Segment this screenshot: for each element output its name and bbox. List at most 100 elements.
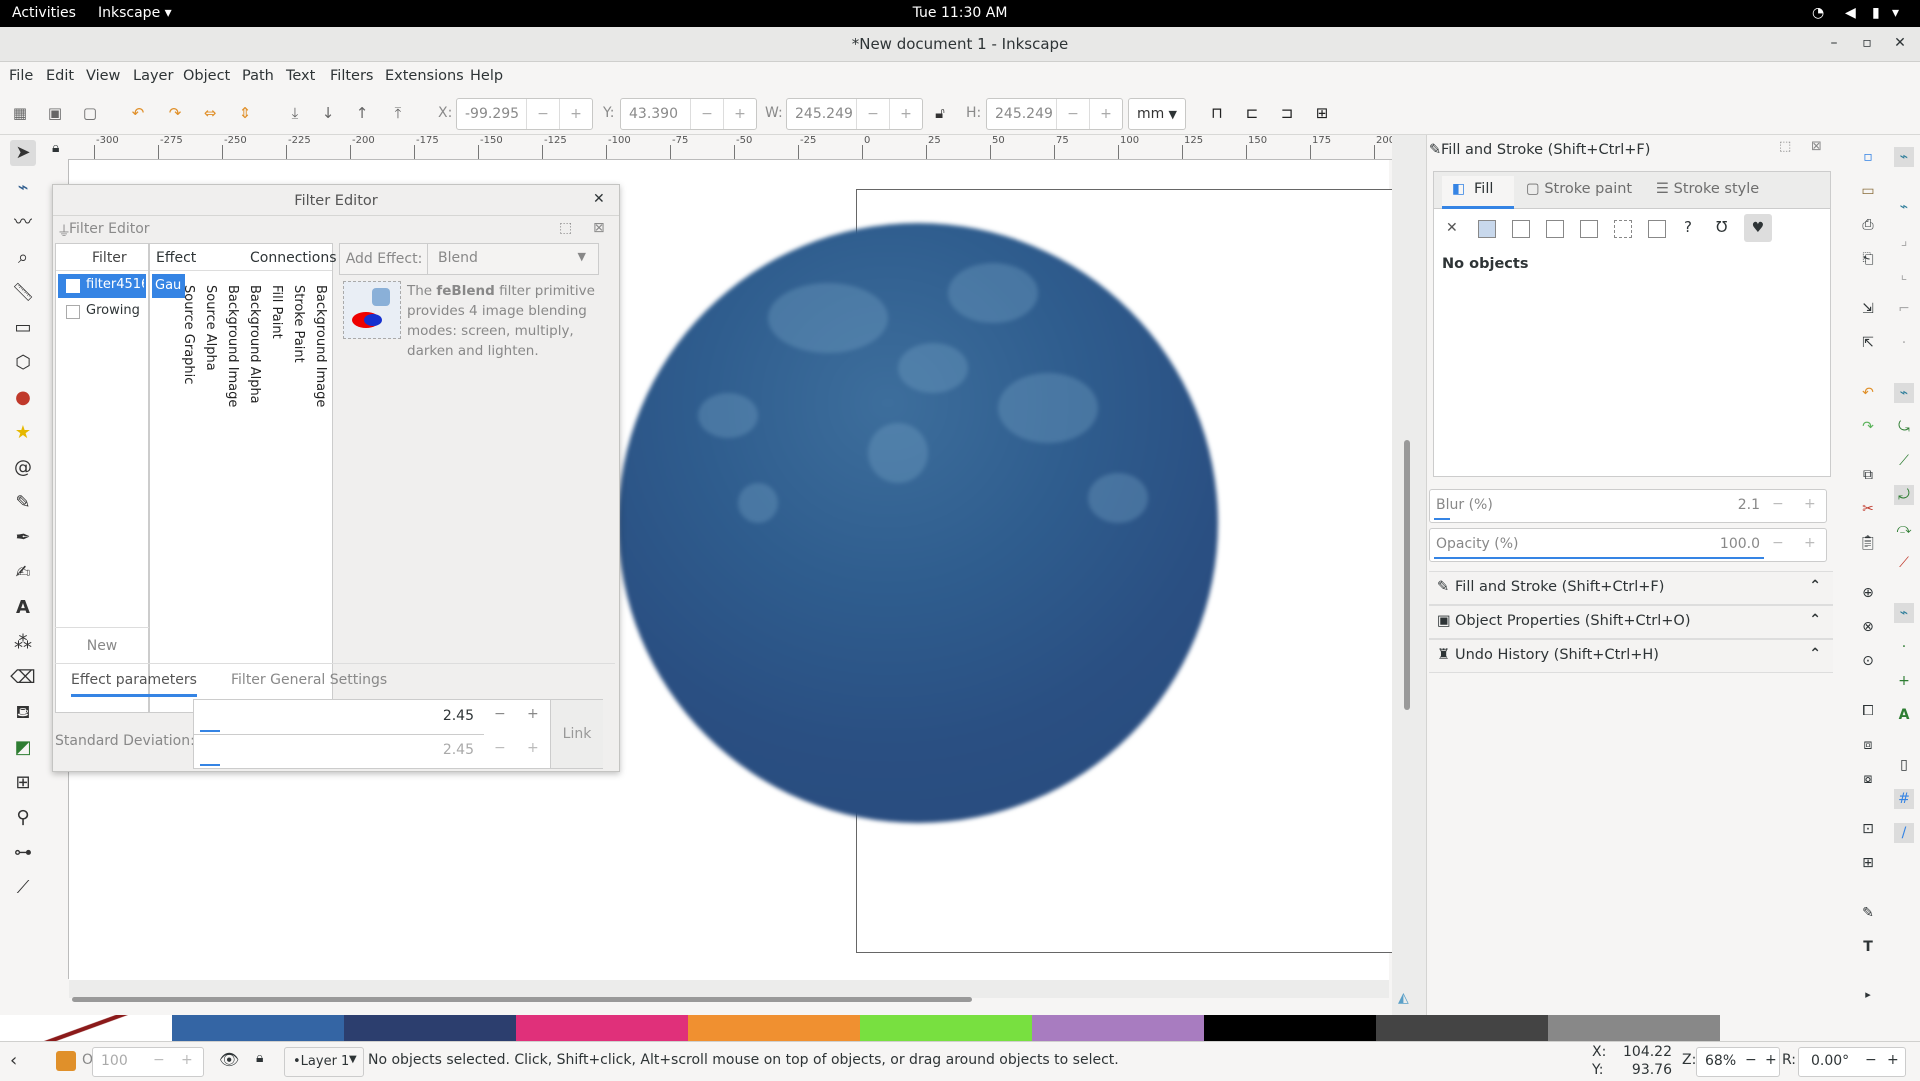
blurred-circle-shape[interactable] [618,223,1218,823]
guide-lock-icon[interactable]: 🔒︎ [52,140,59,156]
menu-object[interactable]: Object [183,68,230,84]
rect-tool-icon[interactable]: ▭ [10,315,36,341]
opacity-slider[interactable]: Opacity (%) 100.0 − + [1429,528,1827,562]
y-increment-button[interactable]: + [723,99,756,129]
xml-editor-icon[interactable]: ✎ [1858,903,1878,923]
tab-filter-general-settings[interactable]: Filter General Settings [231,672,387,688]
calligraphy-tool-icon[interactable]: ✍ [10,560,36,586]
palette-swatch[interactable] [172,1015,344,1041]
section-undo-history[interactable]: ♜ Undo History (Shift+Ctrl+H) ⌃ [1429,639,1833,673]
tab-stroke-style[interactable]: ☰ Stroke style [1656,181,1759,197]
menu-view[interactable]: View [86,68,120,84]
snap-rotation-centers-icon[interactable]: + [1894,671,1914,691]
undock-icon[interactable]: ⬚ [559,220,572,236]
rotate-cw-button[interactable]: + [1887,1052,1899,1068]
opacity-increment-button[interactable]: + [1804,535,1816,551]
connection-fill-paint[interactable]: Fill Paint [269,285,284,339]
app-menu[interactable]: Inkscape ▾ [98,5,172,21]
linear-gradient-icon[interactable] [1512,220,1530,238]
menu-extensions[interactable]: Extensions [385,68,464,84]
minimize-button[interactable]: – [1825,35,1843,53]
close-panel-icon[interactable]: ⊠ [1811,139,1822,154]
mesh-gradient-icon[interactable] [1580,220,1598,238]
effect-column-header[interactable]: Effect [156,250,196,266]
zoom-out-button[interactable]: − [1745,1052,1757,1068]
color-manage-icon[interactable]: ◭ [1398,990,1409,1006]
flat-color-icon[interactable] [1478,220,1496,238]
star-tool-icon[interactable]: ★ [10,420,36,446]
std-dev-y-decrement-button[interactable]: − [494,740,506,756]
redo-icon[interactable]: ↷ [1858,417,1878,437]
connection-background-image[interactable]: Background Image [225,285,240,407]
menu-text[interactable]: Text [286,68,315,84]
snap-grid-icon[interactable]: # [1894,789,1914,809]
radial-gradient-icon[interactable] [1546,220,1564,238]
swatch-icon[interactable] [1648,220,1666,238]
y-decrement-button[interactable]: − [690,99,723,129]
menu-file[interactable]: File [9,68,33,84]
volume-icon[interactable]: ◀ [1845,5,1856,21]
menu-layer[interactable]: Layer [133,68,173,84]
snap-text-baseline-icon[interactable]: A [1894,705,1914,725]
selector-tool-icon[interactable]: ➤ [10,140,36,166]
w-field[interactable]: 245.249 − + [786,98,923,130]
rotate-ccw-button[interactable]: − [1865,1052,1877,1068]
group-icon[interactable]: ⊡ [1858,819,1878,839]
lock-ratio-icon[interactable]: 🔓︎ [930,103,950,123]
std-dev-x-decrement-button[interactable]: − [494,706,506,722]
spiral-tool-icon[interactable]: @ [10,455,36,481]
opacity-field[interactable]: 100 − + [92,1047,204,1077]
filter-column-header[interactable]: Filter [92,250,127,266]
blur-increment-button[interactable]: + [1804,496,1816,512]
std-dev-y-increment-button[interactable]: + [527,740,539,756]
cut-icon[interactable]: ✂ [1858,499,1878,519]
w-decrement-button[interactable]: − [856,99,889,129]
palette-swatch[interactable] [688,1015,860,1041]
tweak-tool-icon[interactable]: 〰 [10,210,36,236]
snap-smooth-nodes-icon[interactable]: ⤼ [1894,519,1914,539]
y-field[interactable]: 43.390 − + [620,98,757,130]
std-dev-y-field[interactable]: 2.45 [194,734,484,768]
snap-guide-icon[interactable]: / [1894,823,1914,843]
3d-box-tool-icon[interactable]: ⬡ [10,350,36,376]
save-icon[interactable]: ⎙ [1858,215,1878,235]
lower-icon[interactable]: ↓ [318,103,338,123]
snap-page-icon[interactable]: ▯ [1894,755,1914,775]
filter-checkbox[interactable] [66,279,80,293]
activities-button[interactable]: Activities [12,5,76,21]
palette-swatch[interactable] [1376,1015,1548,1041]
measure-tool-icon[interactable]: 📏︎ [10,280,36,306]
menu-filters[interactable]: Filters [330,68,373,84]
horizontal-scroll-thumb[interactable] [72,997,972,1002]
raise-to-top-icon[interactable]: ⤒ [388,103,408,123]
unlink-clone-icon[interactable]: ⧇ [1858,769,1878,789]
connection-stroke-paint[interactable]: Stroke Paint [291,285,306,363]
menu-edit[interactable]: Edit [46,68,74,84]
connection-background-image-2[interactable]: Background Image [313,285,328,407]
x-field[interactable]: -99.295 − + [456,98,593,130]
blur-slider[interactable]: Blur (%) 2.1 − + [1429,489,1827,523]
section-object-properties[interactable]: ▣ Object Properties (Shift+Ctrl+O) ⌃ [1429,605,1833,639]
filter-checkbox[interactable] [66,305,80,319]
duplicate-icon[interactable]: ⧠ [1858,701,1878,721]
connector-tool-icon[interactable]: ⊶ [10,840,36,866]
horizontal-scrollbar[interactable] [69,980,1389,998]
section-fill-and-stroke[interactable]: ✎ Fill and Stroke (Shift+Ctrl+F) ⌃ [1429,571,1833,605]
tab-effect-parameters[interactable]: Effect parameters [71,672,197,697]
w-increment-button[interactable]: + [889,99,922,129]
opacity-increment-button[interactable]: + [181,1052,193,1068]
gradient-tool-icon[interactable]: ◩ [10,735,36,761]
palette-scroll-left-icon[interactable]: ‹ [10,1050,17,1071]
opacity-decrement-button[interactable]: − [1772,535,1784,551]
mesh-tool-icon[interactable]: ⊞ [10,770,36,796]
flip-horizontal-icon[interactable]: ⇔ [200,103,220,123]
snap-paths-icon[interactable]: ⤿ [1894,417,1914,437]
snap-enable-icon[interactable]: ⌁ [1894,147,1914,167]
zoom-page-icon[interactable]: ⊙ [1858,651,1878,671]
tab-stroke-paint[interactable]: ▢ Stroke paint [1526,181,1632,197]
h-increment-button[interactable]: + [1089,99,1122,129]
palette-swatch[interactable] [1548,1015,1720,1041]
flip-vertical-icon[interactable]: ⇕ [235,103,255,123]
h-field[interactable]: 245.249 − + [986,98,1123,130]
new-filter-button[interactable]: New [55,627,149,664]
